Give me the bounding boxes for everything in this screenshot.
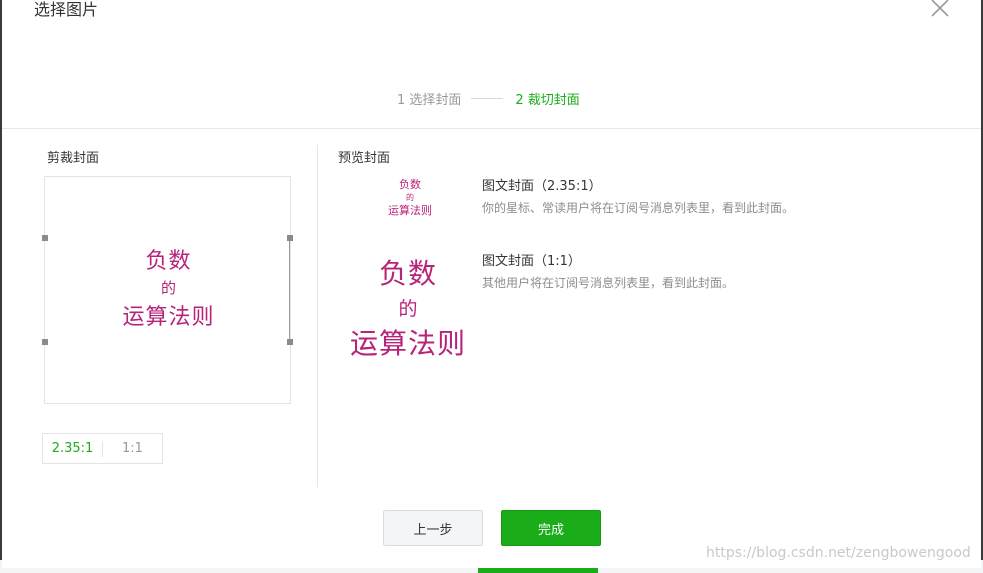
close-icon <box>931 0 949 17</box>
thumb-square-line3: 运算法则 <box>349 327 466 360</box>
header-divider <box>2 128 981 129</box>
crop-handle-top-right[interactable] <box>287 235 293 241</box>
step-connector <box>471 97 504 99</box>
crop-canvas: 负数 的 运算法则 <box>42 176 293 404</box>
step-crop-cover: 2 裁切封面 <box>515 92 580 108</box>
preview-section-label: 预览封面 <box>338 151 391 166</box>
crop-section-label: 剪裁封面 <box>47 151 100 166</box>
preview-title-wide: 图文封面（2.35:1） <box>482 179 602 194</box>
preview-desc-square: 其他用户将在订阅号消息列表里，看到此封面。 <box>482 276 735 290</box>
column-divider <box>317 145 318 487</box>
select-image-dialog: 选择图片 1 选择封面 2 裁切封面 剪裁封面 负数 的 运算法则 2.35:1… <box>2 0 981 568</box>
preview-title-square: 图文封面（1:1） <box>482 254 581 269</box>
preview-info-square: 图文封面（1:1） 其他用户将在订阅号消息列表里，看到此封面。 <box>482 253 734 293</box>
previous-step-button[interactable]: 上一步 <box>383 510 483 546</box>
thumb-wide-line1: 负数 <box>399 178 421 191</box>
close-button[interactable] <box>928 0 952 20</box>
crop-frame-edge <box>288 238 290 342</box>
preview-desc-wide: 你的星标、常读用户将在订阅号消息列表里，看到此封面。 <box>482 201 795 215</box>
preview-thumbnail-square: 负数 的 运算法则 <box>342 256 474 362</box>
crop-handle-bottom-left[interactable] <box>42 339 48 345</box>
crop-handle-bottom-right[interactable] <box>287 339 293 345</box>
thumb-wide-line3: 运算法则 <box>388 204 432 217</box>
thumb-wide-line2: 的 <box>406 193 414 202</box>
thumb-square-line1: 负数 <box>378 257 437 290</box>
crop-handle-top-left[interactable] <box>42 235 48 241</box>
crop-selection-frame[interactable] <box>42 235 293 345</box>
step-select-cover: 1 选择封面 <box>397 92 462 108</box>
ratio-1-1-button[interactable]: 1:1 <box>103 434 162 463</box>
preview-info-wide: 图文封面（2.35:1） 你的星标、常读用户将在订阅号消息列表里，看到此封面。 <box>482 178 794 218</box>
step-indicator: 1 选择封面 2 裁切封面 <box>397 88 580 108</box>
dialog-title: 选择图片 <box>34 0 99 19</box>
aspect-ratio-selector: 2.35:1 1:1 <box>42 433 163 464</box>
ratio-2-35-1-button[interactable]: 2.35:1 <box>43 434 102 463</box>
done-button[interactable]: 完成 <box>501 510 601 546</box>
watermark-text: https://blog.csdn.net/zengbowengood <box>706 545 971 561</box>
preview-thumbnail-wide: 负数 的 运算法则 <box>362 178 458 218</box>
thumb-square-line2: 的 <box>398 298 418 320</box>
